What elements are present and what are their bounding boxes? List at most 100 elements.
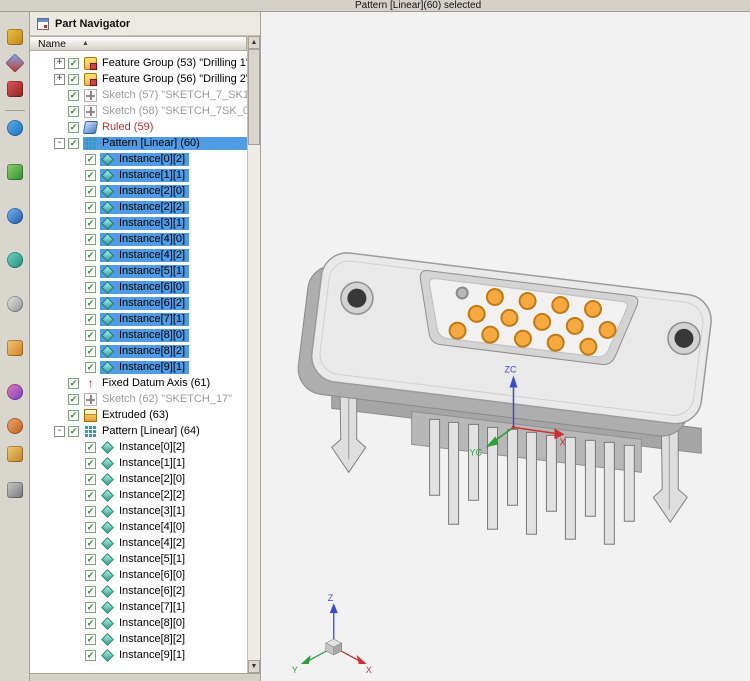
hd3d-tools-icon[interactable] [4,249,26,271]
tree-row[interactable]: Instance[6][2] [30,583,247,599]
expander-toggle[interactable]: - [54,138,65,149]
feature-checkbox[interactable] [85,362,96,373]
feature-checkbox[interactable] [68,122,79,133]
tree-row[interactable]: + Feature Group (56) "Drilling 2" [30,71,247,87]
tree-row[interactable]: Instance[6][2] [30,295,247,311]
tree-row[interactable]: Instance[7][1] [30,599,247,615]
feature-checkbox[interactable] [85,218,96,229]
tree-row[interactable]: - Pattern [Linear] (64) [30,423,247,439]
feature-checkbox[interactable] [68,426,79,437]
feature-checkbox[interactable] [85,346,96,357]
history-icon[interactable] [4,293,26,315]
tree-row[interactable]: Instance[1][1] [30,167,247,183]
tree-row[interactable]: Instance[3][1] [30,503,247,519]
constraint-navigator-icon[interactable] [4,78,26,100]
color-palette-icon[interactable] [4,381,26,403]
feature-checkbox[interactable] [85,234,96,245]
tree-row[interactable]: Extruded (63) [30,407,247,423]
tree-row[interactable]: Instance[8][0] [30,327,247,343]
tree-row[interactable]: Instance[6][0] [30,567,247,583]
tree-row[interactable]: Instance[6][0] [30,279,247,295]
feature-checkbox[interactable] [68,378,79,389]
connector-pin [519,292,537,310]
feature-checkbox[interactable] [85,506,96,517]
tree-row[interactable]: Sketch (58) "SKETCH_7SK_0" [30,103,247,119]
tree-row[interactable]: Instance[8][0] [30,615,247,631]
tree-row[interactable]: Fixed Datum Axis (61) [30,375,247,391]
feature-checkbox[interactable] [68,74,79,85]
process-studio-icon[interactable] [4,337,26,359]
tree-row[interactable]: Instance[4][2] [30,247,247,263]
feature-checkbox[interactable] [85,618,96,629]
feature-checkbox[interactable] [85,442,96,453]
layers-icon[interactable] [4,26,26,48]
feature-checkbox[interactable] [85,650,96,661]
feature-checkbox[interactable] [85,634,96,645]
viewport-3d[interactable]: ZC X YC Z X [261,12,750,681]
scroll-up-button[interactable]: ▲ [248,36,260,49]
feature-checkbox[interactable] [85,170,96,181]
tree-row[interactable]: Instance[9][1] [30,359,247,375]
tree-row[interactable]: Instance[1][1] [30,455,247,471]
tree-row[interactable]: Instance[2][0] [30,183,247,199]
feature-checkbox[interactable] [68,90,79,101]
tree-row[interactable]: Instance[0][2] [30,439,247,455]
feature-checkbox[interactable] [85,330,96,341]
scroll-down-button[interactable]: ▼ [248,660,260,673]
feature-checkbox[interactable] [68,138,79,149]
expander-toggle[interactable]: + [54,74,65,85]
tree-row[interactable]: Instance[3][1] [30,215,247,231]
tree-row[interactable]: Instance[5][1] [30,551,247,567]
tree-row[interactable]: Instance[4][0] [30,231,247,247]
tree-row[interactable]: Instance[2][0] [30,471,247,487]
tree-row[interactable]: Instance[2][2] [30,199,247,215]
feature-checkbox[interactable] [85,266,96,277]
assembly-navigator-icon[interactable] [4,52,26,74]
scenes-icon[interactable] [4,443,26,465]
name-column-header[interactable]: Name ▲ [30,36,247,51]
feature-checkbox[interactable] [85,154,96,165]
tree-row[interactable]: Instance[0][2] [30,151,247,167]
expander-toggle[interactable]: - [54,426,65,437]
panel-scrollbar[interactable]: ▲ ▼ [247,36,260,673]
tree-row[interactable]: Sketch (62) "SKETCH_17" [30,391,247,407]
feature-checkbox[interactable] [85,314,96,325]
tree-row[interactable]: Ruled (59) [30,119,247,135]
feature-checkbox[interactable] [85,186,96,197]
web-browser-icon[interactable] [4,205,26,227]
feature-checkbox[interactable] [85,522,96,533]
tree-row[interactable]: Instance[8][2] [30,343,247,359]
tree-row[interactable]: Instance[4][0] [30,519,247,535]
feature-checkbox[interactable] [85,282,96,293]
tree-row[interactable]: - Pattern [Linear] (60) [30,135,247,151]
feature-checkbox[interactable] [85,538,96,549]
wizards-icon[interactable] [4,479,26,501]
tree-row[interactable]: Instance[2][2] [30,487,247,503]
feature-checkbox[interactable] [85,458,96,469]
tree-row[interactable]: Instance[9][1] [30,647,247,663]
feature-checkbox[interactable] [68,58,79,69]
feature-checkbox[interactable] [85,570,96,581]
reuse-library-icon[interactable] [4,161,26,183]
feature-checkbox[interactable] [85,250,96,261]
tree-row[interactable]: + Feature Group (53) "Drilling 1" [30,55,247,71]
feature-checkbox[interactable] [68,410,79,421]
roles-icon[interactable] [4,415,26,437]
tree-row[interactable]: Sketch (57) "SKETCH_7_SK1" [30,87,247,103]
feature-checkbox[interactable] [68,394,79,405]
feature-checkbox[interactable] [85,298,96,309]
feature-checkbox[interactable] [85,490,96,501]
feature-checkbox[interactable] [85,586,96,597]
feature-checkbox[interactable] [68,106,79,117]
feature-checkbox[interactable] [85,202,96,213]
tree-row[interactable]: Instance[8][2] [30,631,247,647]
tree-row[interactable]: Instance[7][1] [30,311,247,327]
feature-checkbox[interactable] [85,474,96,485]
tree-row[interactable]: Instance[4][2] [30,535,247,551]
expander-toggle[interactable]: + [54,58,65,69]
part-navigator-icon[interactable] [4,117,26,139]
tree-row[interactable]: Instance[5][1] [30,263,247,279]
feature-checkbox[interactable] [85,554,96,565]
feature-checkbox[interactable] [85,602,96,613]
scrollbar-thumb[interactable] [248,49,260,145]
